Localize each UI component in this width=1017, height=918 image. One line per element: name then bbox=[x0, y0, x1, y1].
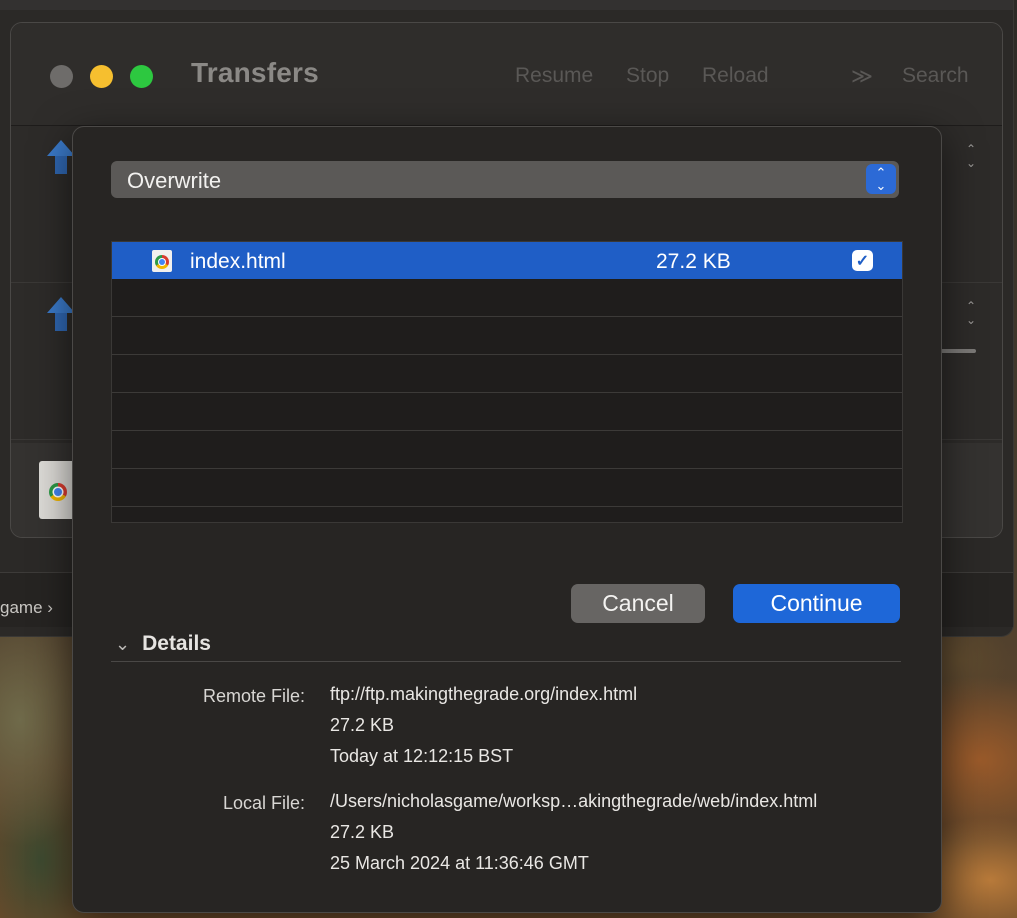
upload-arrow-icon bbox=[47, 140, 75, 156]
chevron-updown-icon: ⌃ ⌄ bbox=[866, 164, 896, 194]
file-list-row[interactable]: index.html 27.2 KB ✓ bbox=[112, 242, 902, 279]
row-stepper-icon[interactable]: ⌃ ⌄ bbox=[966, 299, 976, 327]
file-size: 27.2 KB bbox=[656, 250, 731, 273]
resume-button[interactable]: Resume bbox=[515, 64, 593, 88]
background-breadcrumb[interactable]: game › bbox=[0, 598, 53, 618]
details-disclosure[interactable]: ⌄ Details bbox=[115, 632, 211, 656]
stop-button[interactable]: Stop bbox=[626, 64, 669, 88]
local-file-date: 25 March 2024 at 11:36:46 GMT bbox=[330, 853, 589, 873]
minimize-button[interactable] bbox=[90, 65, 113, 88]
local-file-size: 27.2 KB bbox=[330, 822, 395, 842]
empty-list-row bbox=[112, 431, 902, 469]
upload-arrow-icon bbox=[47, 297, 75, 313]
details-divider bbox=[111, 661, 901, 662]
cancel-button[interactable]: Cancel bbox=[571, 584, 705, 623]
file-list: index.html 27.2 KB ✓ bbox=[111, 241, 903, 523]
action-select-value: Overwrite bbox=[127, 168, 222, 193]
local-file-path: /Users/nicholasgame/worksp…akingthegrade… bbox=[330, 791, 818, 811]
continue-button[interactable]: Continue bbox=[733, 584, 900, 623]
remote-file-size: 27.2 KB bbox=[330, 715, 395, 735]
reload-button[interactable]: Reload bbox=[702, 64, 769, 88]
chevron-down-icon: ⌄ bbox=[115, 634, 131, 654]
empty-list-row bbox=[112, 393, 902, 431]
details-heading: Details bbox=[142, 632, 211, 655]
remote-file-date: Today at 12:12:15 BST bbox=[330, 746, 514, 766]
toolbar-overflow-icon[interactable]: ≫ bbox=[851, 64, 873, 89]
zoom-button[interactable] bbox=[130, 65, 153, 88]
remote-file-label: Remote File: bbox=[202, 686, 305, 706]
action-select[interactable]: Overwrite ⌃ ⌄ bbox=[111, 161, 899, 198]
file-name: index.html bbox=[190, 250, 286, 273]
window-title: Transfers bbox=[191, 57, 319, 88]
overwrite-dialog: Overwrite ⌃ ⌄ index.html 27.2 KB ✓ Cancel… bbox=[72, 126, 942, 913]
local-file-label: Local File: bbox=[222, 793, 305, 813]
empty-list-row bbox=[112, 317, 902, 355]
empty-list-row bbox=[112, 279, 902, 317]
transfers-titlebar: Transfers Resume Stop Reload ≫ Search bbox=[11, 23, 1002, 126]
html-file-thumbnail-icon bbox=[39, 461, 75, 519]
search-button[interactable]: Search bbox=[902, 64, 969, 88]
file-include-checkbox[interactable]: ✓ bbox=[852, 250, 873, 271]
empty-list-row bbox=[112, 355, 902, 393]
empty-list-row bbox=[112, 469, 902, 507]
remote-file-path: ftp://ftp.makingthegrade.org/index.html bbox=[330, 684, 638, 704]
html-file-icon bbox=[152, 250, 172, 272]
close-button[interactable] bbox=[50, 65, 73, 88]
row-stepper-icon[interactable]: ⌃ ⌄ bbox=[966, 142, 976, 170]
